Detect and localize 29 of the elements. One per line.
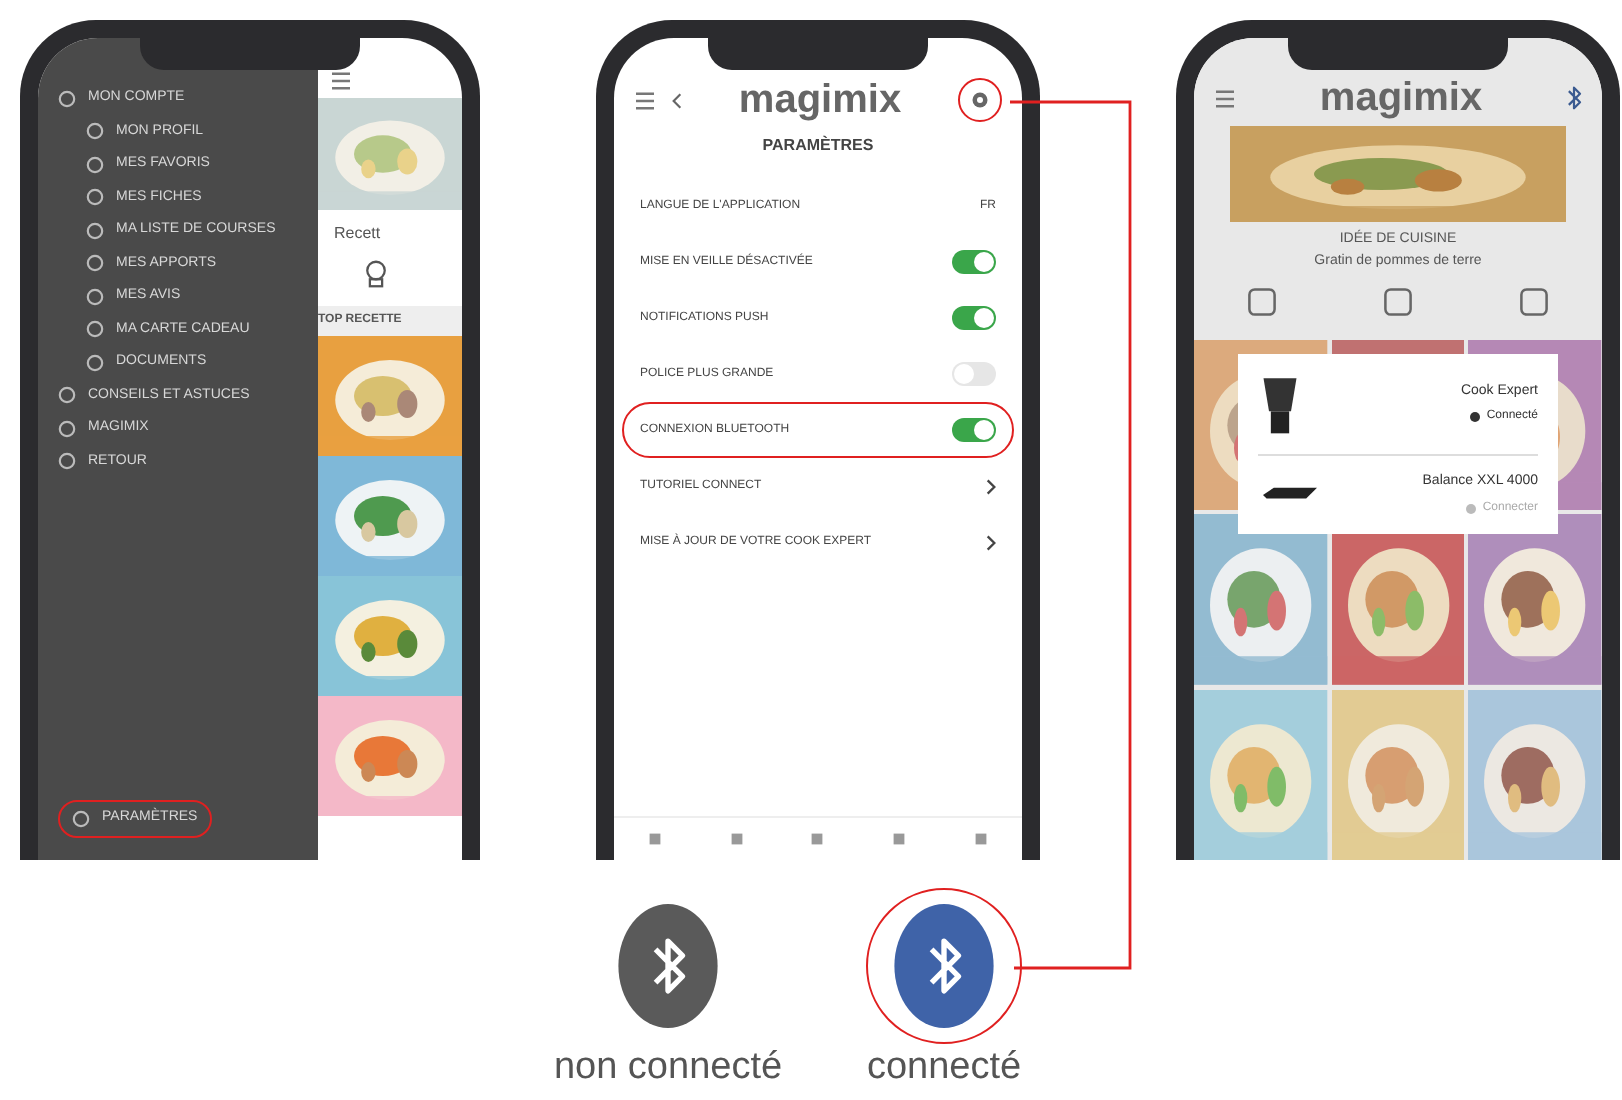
logo: magimix bbox=[1317, 78, 1485, 118]
tab-bar-icon[interactable] bbox=[727, 830, 746, 848]
card-title: Recett bbox=[332, 222, 383, 246]
tab-bar-icon[interactable] bbox=[972, 830, 991, 848]
category-icon[interactable] bbox=[1516, 284, 1552, 320]
back-icon[interactable] bbox=[672, 91, 682, 109]
toggle-switch[interactable] bbox=[952, 362, 996, 386]
highlight-ring[interactable] bbox=[958, 78, 1002, 122]
category-icon[interactable] bbox=[1380, 284, 1416, 320]
logo: magimix bbox=[736, 80, 904, 120]
bluetooth-icon[interactable] bbox=[1566, 86, 1582, 110]
chevron-icon bbox=[986, 533, 996, 551]
tab-bar-icon[interactable] bbox=[645, 830, 664, 848]
menu-icon[interactable] bbox=[634, 91, 656, 109]
menu-icon[interactable] bbox=[1214, 89, 1236, 107]
toggle-switch[interactable] bbox=[952, 418, 996, 442]
menu-icon[interactable] bbox=[330, 72, 352, 90]
chevron-icon bbox=[986, 477, 996, 495]
legend-label: connecté bbox=[866, 1048, 1022, 1086]
tab-bar-icon[interactable] bbox=[890, 830, 909, 848]
settings-icon[interactable] bbox=[970, 90, 990, 110]
legend-label: non connecté bbox=[553, 1048, 783, 1086]
tab-bar-icon[interactable] bbox=[808, 830, 827, 848]
page-title: PARAMÈTRES bbox=[760, 134, 876, 158]
toggle-switch[interactable] bbox=[952, 306, 996, 330]
chef-hat-icon bbox=[362, 258, 390, 290]
toggle-switch[interactable] bbox=[952, 250, 996, 274]
category-icon[interactable] bbox=[1244, 284, 1280, 320]
menu-item-icon bbox=[72, 810, 90, 828]
